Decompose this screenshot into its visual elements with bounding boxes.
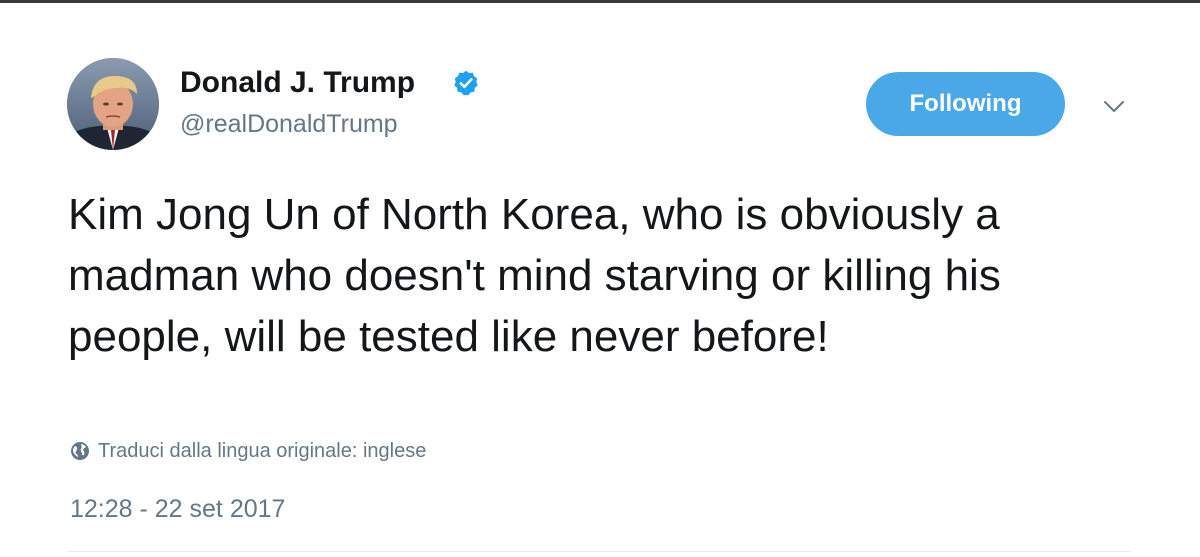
tweet-text: Kim Jong Un of North Korea, who is obvio…: [68, 190, 1001, 361]
tweet-timestamp[interactable]: 12:28 - 22 set 2017: [70, 493, 285, 525]
translate-link[interactable]: Traduci dalla lingua originale: inglese: [70, 436, 426, 466]
avatar-portrait-icon: [67, 58, 159, 150]
verified-badge-icon: [454, 70, 478, 96]
display-name[interactable]: Donald J. Trump: [180, 64, 415, 102]
user-handle[interactable]: @realDonaldTrump: [180, 108, 398, 140]
divider: [68, 551, 1131, 552]
tweet-card: Donald J. Trump @realDonaldTrump Followi…: [0, 0, 1200, 557]
chevron-down-icon[interactable]: [1100, 94, 1128, 118]
following-button[interactable]: Following: [866, 72, 1065, 136]
globe-icon: [71, 442, 89, 460]
translate-label: Traduci dalla lingua originale: inglese: [98, 439, 427, 462]
avatar[interactable]: [67, 58, 159, 150]
